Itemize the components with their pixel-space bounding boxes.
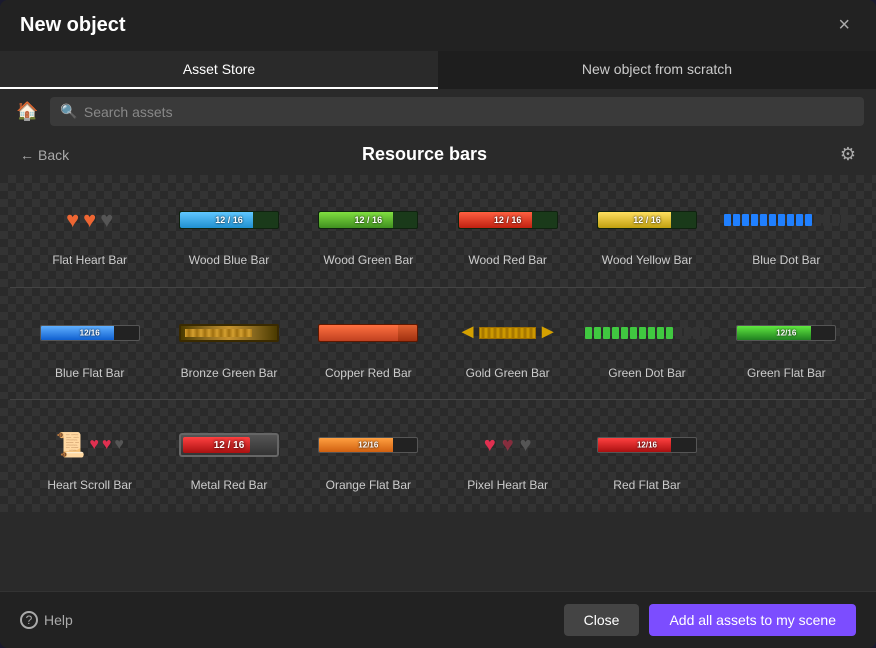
assets-grid-row: 📜 ♥ ♥ ♥ Heart Scroll Bar: [20, 408, 856, 504]
asset-label: Bronze Green Bar: [181, 366, 278, 382]
list-item[interactable]: 12 / 16 Wood Blue Bar: [159, 183, 298, 279]
breadcrumb: ← Back Resource bars ⚙: [0, 134, 876, 175]
search-box: 🔍: [50, 97, 864, 126]
list-item[interactable]: Bronze Green Bar: [159, 296, 298, 392]
help-icon: ?: [20, 611, 38, 629]
asset-preview-red-flat-bar: 12/16: [592, 420, 702, 470]
asset-preview-pixel-heart-bar: ♥ ♥ ♥: [453, 420, 563, 470]
asset-preview-wood-green-bar: 12 / 16: [313, 195, 423, 245]
asset-label: Heart Scroll Bar: [47, 478, 132, 494]
list-item[interactable]: 12/16 Orange Flat Bar: [299, 408, 438, 504]
content-area: ♥ ♥ ♥ Flat Heart Bar 12 / 16 Woo: [0, 175, 876, 591]
heart-full-icon: ♥: [83, 207, 96, 233]
asset-label: Pixel Heart Bar: [467, 478, 548, 494]
list-item[interactable]: Copper Red Bar: [299, 296, 438, 392]
list-item[interactable]: 12/16 Blue Flat Bar: [20, 296, 159, 392]
asset-preview-bronze-green-bar: [174, 308, 284, 358]
list-item[interactable]: 12 / 16 Wood Red Bar: [438, 183, 577, 279]
asset-preview-wood-yellow-bar: 12 / 16: [592, 195, 702, 245]
asset-preview-green-flat-bar: 12/16: [731, 308, 841, 358]
modal-title: New object: [20, 14, 126, 37]
asset-preview-heart-scroll-bar: 📜 ♥ ♥ ♥: [35, 420, 145, 470]
asset-label: Wood Blue Bar: [189, 253, 270, 269]
heart-full-icon: ♥: [66, 207, 79, 233]
close-button[interactable]: Close: [564, 604, 640, 636]
asset-preview-wood-red-bar: 12 / 16: [453, 195, 563, 245]
footer: ? Help Close Add all assets to my scene: [0, 591, 876, 648]
search-input[interactable]: [84, 104, 854, 120]
asset-preview-flat-heart-bar: ♥ ♥ ♥: [35, 195, 145, 245]
toolbar: 🏠 🔍: [0, 89, 876, 134]
back-button[interactable]: ← Back: [20, 147, 69, 163]
help-button[interactable]: ? Help: [20, 611, 73, 629]
asset-label: Orange Flat Bar: [326, 478, 411, 494]
list-item[interactable]: 12/16 Green Flat Bar: [717, 296, 856, 392]
list-item[interactable]: 📜 ♥ ♥ ♥ Heart Scroll Bar: [20, 408, 159, 504]
list-item[interactable]: 12/16 Red Flat Bar: [577, 408, 716, 504]
asset-preview-blue-flat-bar: 12/16: [35, 308, 145, 358]
asset-label: Copper Red Bar: [325, 366, 412, 382]
asset-label: Green Flat Bar: [747, 366, 826, 382]
asset-preview-metal-red-bar: 12 / 16: [174, 420, 284, 470]
tab-new-from-scratch[interactable]: New object from scratch: [438, 51, 876, 89]
assets-row-2: 12/16 Blue Flat Bar Bronze Green Bar: [0, 288, 876, 400]
asset-label: Gold Green Bar: [466, 366, 550, 382]
asset-preview-green-dot-bar: [592, 308, 702, 358]
asset-label: Blue Flat Bar: [55, 366, 124, 382]
asset-label: Green Dot Bar: [608, 366, 685, 382]
asset-label: Red Flat Bar: [613, 478, 680, 494]
asset-label: Flat Heart Bar: [52, 253, 127, 269]
modal-close-button[interactable]: ×: [832, 12, 856, 39]
list-item[interactable]: ♥ ♥ ♥ Flat Heart Bar: [20, 183, 159, 279]
footer-actions: Close Add all assets to my scene: [564, 604, 856, 636]
list-item[interactable]: ◄ ► Gold Green Bar: [438, 296, 577, 392]
asset-preview-gold-green-bar: ◄ ►: [453, 308, 563, 358]
modal-header: New object ×: [0, 0, 876, 51]
list-item[interactable]: ♥ ♥ ♥ Pixel Heart Bar: [438, 408, 577, 504]
tab-asset-store[interactable]: Asset Store: [0, 51, 438, 89]
assets-grid-row: 12/16 Blue Flat Bar Bronze Green Bar: [20, 296, 856, 392]
list-item[interactable]: 12 / 16 Wood Yellow Bar: [577, 183, 716, 279]
asset-label: Wood Green Bar: [323, 253, 413, 269]
heart-empty-icon: ♥: [100, 207, 113, 233]
list-item[interactable]: Blue Dot Bar: [717, 183, 856, 279]
tabs-container: Asset Store New object from scratch: [0, 51, 876, 89]
add-all-button[interactable]: Add all assets to my scene: [649, 604, 856, 636]
home-button[interactable]: 🏠: [12, 97, 42, 126]
asset-preview-wood-blue-bar: 12 / 16: [174, 195, 284, 245]
asset-label: Blue Dot Bar: [752, 253, 820, 269]
asset-preview-orange-flat-bar: 12/16: [313, 420, 423, 470]
modal: New object × Asset Store New object from…: [0, 0, 876, 648]
list-item[interactable]: 12 / 16 Wood Green Bar: [299, 183, 438, 279]
asset-label: Metal Red Bar: [191, 478, 268, 494]
search-icon: 🔍: [60, 103, 77, 120]
assets-row-3: 📜 ♥ ♥ ♥ Heart Scroll Bar: [0, 400, 876, 512]
back-arrow-icon: ←: [20, 147, 34, 163]
asset-preview-blue-dot-bar: [731, 195, 841, 245]
assets-row-1: ♥ ♥ ♥ Flat Heart Bar 12 / 16 Woo: [0, 175, 876, 287]
assets-grid-row: ♥ ♥ ♥ Flat Heart Bar 12 / 16 Woo: [20, 183, 856, 279]
asset-label: Wood Yellow Bar: [602, 253, 693, 269]
list-item[interactable]: Green Dot Bar: [577, 296, 716, 392]
section-title: Resource bars: [77, 144, 772, 165]
asset-preview-copper-red-bar: [313, 308, 423, 358]
filter-button[interactable]: ⚙: [840, 144, 856, 165]
asset-label: Wood Red Bar: [468, 253, 547, 269]
list-item[interactable]: 12 / 16 Metal Red Bar: [159, 408, 298, 504]
